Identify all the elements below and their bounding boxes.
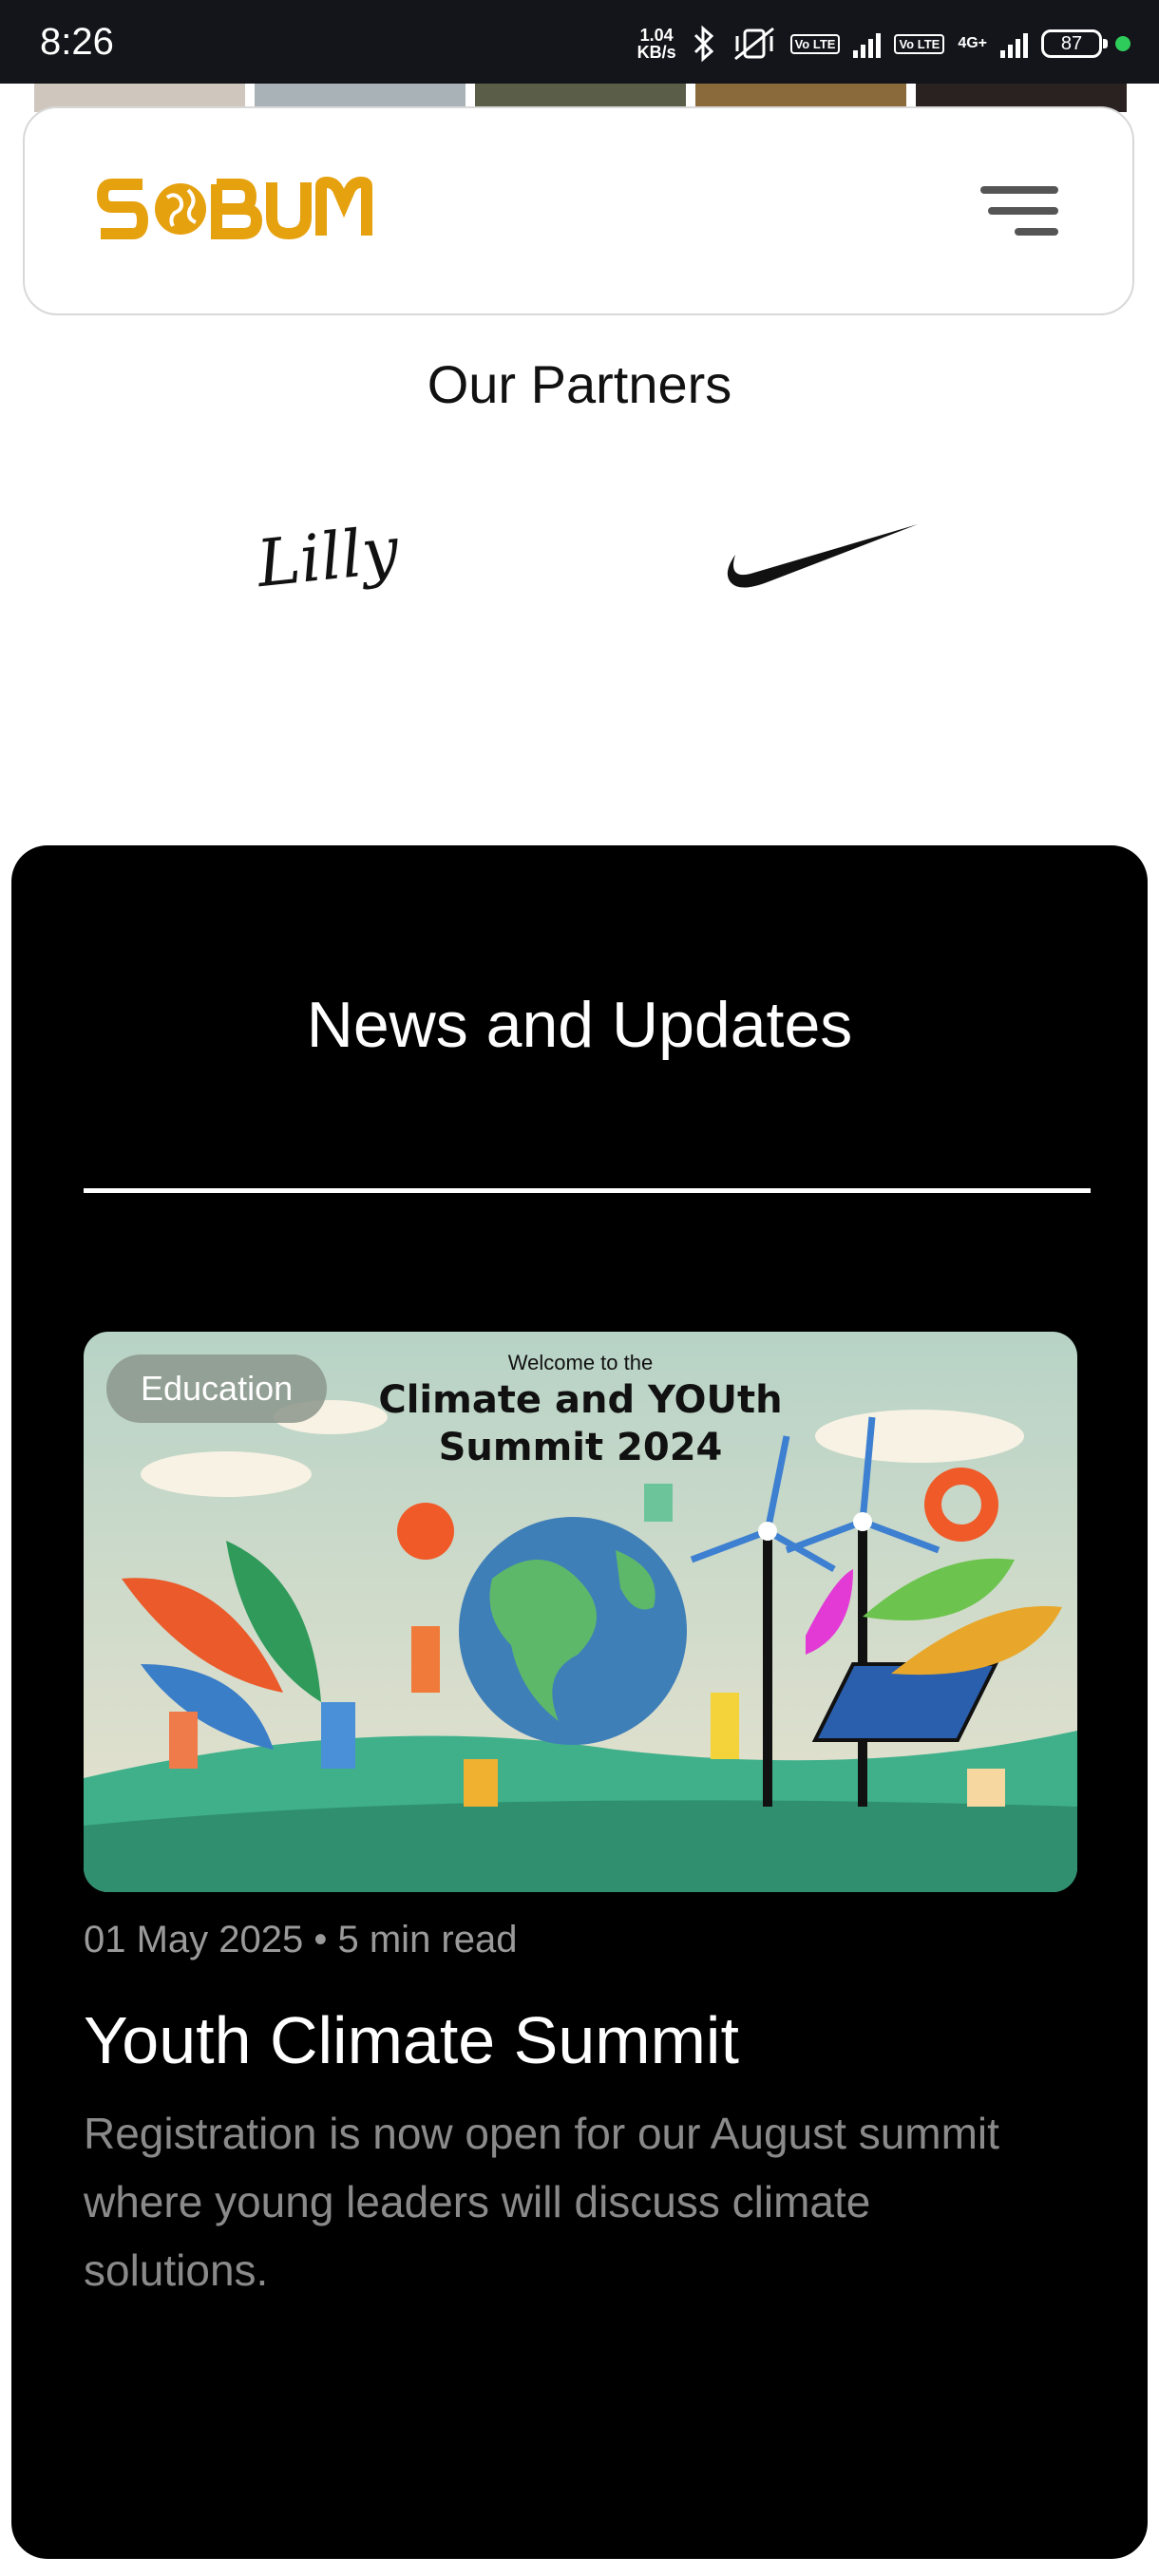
bluetooth-icon — [694, 25, 713, 63]
status-icons: 1.04 KB/s Vo LTE Vo LTE 4G+ 87 — [637, 23, 1130, 65]
site-header — [23, 106, 1134, 315]
lilly-logo: Lilly — [249, 513, 410, 608]
news-section-title: News and Updates — [306, 989, 853, 1061]
partners-title: Our Partners — [427, 354, 732, 414]
news-image[interactable]: Welcome to the Climate and YOUth Summit … — [84, 1332, 1077, 1892]
image-caption-line2: Summit 2024 — [439, 1426, 723, 1469]
news-meta: 01 May 2025 • 5 min read — [84, 1919, 518, 1960]
logo-graphic — [96, 176, 372, 240]
status-time: 8:26 — [40, 21, 114, 63]
privacy-indicator-dot — [1115, 36, 1130, 51]
sobum-logo[interactable] — [95, 163, 380, 255]
signal-strength-icon-1 — [853, 29, 882, 58]
image-caption-line1: Climate and YOUth — [378, 1378, 782, 1422]
news-section: News and Updates Welcome to the Climate … — [11, 845, 1148, 2559]
network-speed-value: 1.04 — [639, 26, 674, 45]
network-speed: 1.04 KB/s — [637, 27, 676, 61]
network-speed-unit: KB/s — [636, 43, 676, 62]
signal-strength-icon-2 — [1000, 29, 1028, 58]
battery-indicator: 87 — [1041, 29, 1108, 58]
image-caption-small: Welcome to the — [508, 1351, 653, 1374]
volte-badge-1: Vo LTE — [789, 33, 841, 54]
nike-logo — [722, 521, 920, 597]
news-headline[interactable]: Youth Climate Summit — [84, 2002, 739, 2078]
hamburger-menu-icon[interactable] — [980, 186, 1058, 243]
svg-text:Lilly: Lilly — [252, 513, 404, 602]
vibrate-off-icon — [733, 27, 774, 61]
category-badge[interactable]: Education — [106, 1354, 328, 1423]
volte-badge-2: Vo LTE — [894, 33, 945, 54]
section-divider — [84, 1188, 1091, 1193]
network-type: 4G+ — [958, 35, 987, 51]
news-excerpt: Registration is now open for our August … — [84, 2109, 999, 2295]
battery-level: 87 — [1060, 32, 1083, 54]
status-bar: 8:26 1.04 KB/s Vo LTE Vo LTE 4G+ 87 — [0, 0, 1159, 84]
